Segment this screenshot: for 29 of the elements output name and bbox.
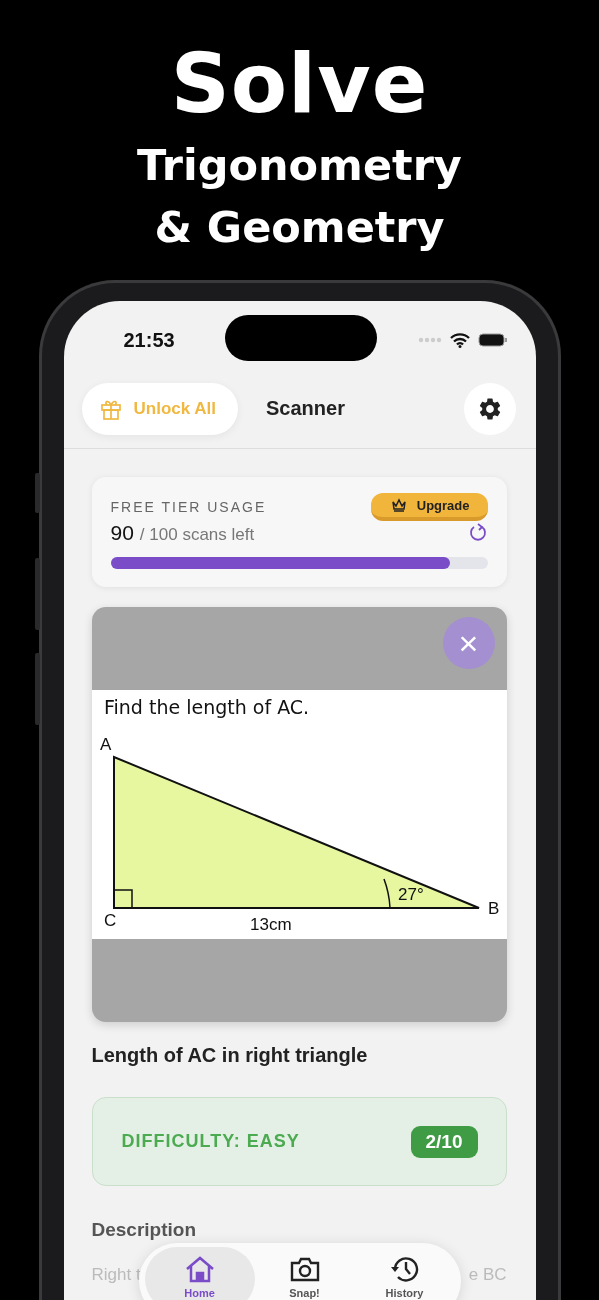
vertex-label: C <box>103 911 116 930</box>
signal-icon <box>417 337 442 343</box>
vertex-label: B <box>487 899 499 918</box>
screen-title: Scanner <box>266 397 345 420</box>
tab[interactable]: Snap! <box>254 1247 355 1300</box>
headline: Solve <box>170 35 429 133</box>
battery-icon <box>477 333 508 347</box>
tab[interactable]: Home <box>144 1247 255 1300</box>
subheadline: & Geometry <box>154 201 445 254</box>
usage-label: FREE TIER USAGE <box>110 499 267 515</box>
scan-count: 90 <box>110 521 134 544</box>
difficulty-score: 2/10 <box>410 1125 478 1158</box>
result-title: Length of AC in right triangle <box>91 1044 369 1067</box>
tab[interactable]: History <box>354 1247 455 1300</box>
question-text: Find the length of AC. <box>103 696 309 718</box>
subheadline: Trigonometry <box>137 139 462 192</box>
crown-icon <box>390 498 407 512</box>
camera-icon <box>288 1255 321 1283</box>
description-heading: Description <box>91 1219 198 1241</box>
upgrade-button[interactable]: Upgrade <box>370 493 488 521</box>
angle-label: 27° <box>397 885 424 904</box>
difficulty-label: DIFFICULTY: EASY <box>121 1131 300 1152</box>
history-icon <box>388 1255 421 1283</box>
scan-count-suffix: / 100 scans left <box>139 525 255 544</box>
side-label: 13cm <box>249 915 292 934</box>
vertex-label: A <box>99 735 111 754</box>
refresh-icon[interactable] <box>467 523 488 543</box>
status-time: 21:53 <box>123 328 175 352</box>
wifi-icon <box>449 332 470 348</box>
